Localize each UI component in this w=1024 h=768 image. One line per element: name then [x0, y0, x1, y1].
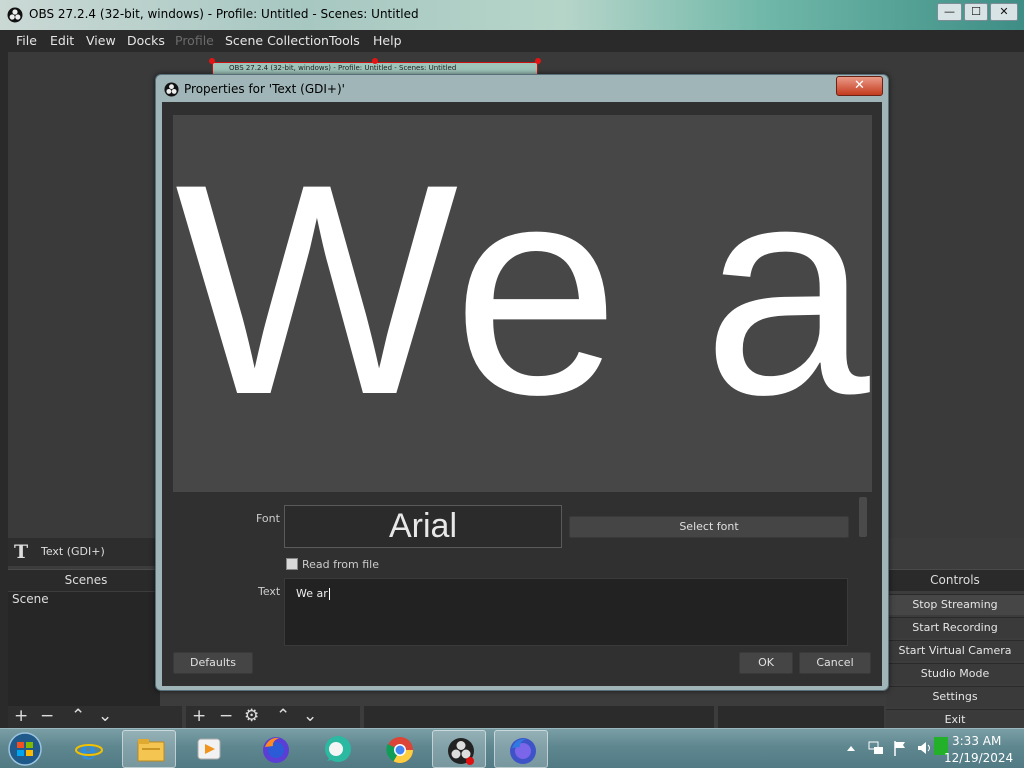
taskbar: e 3:33 AM 12/19/2024	[0, 728, 1024, 768]
obs-logo-icon	[7, 7, 23, 23]
studio-mode-button[interactable]: Studio Mode	[886, 663, 1024, 684]
properties-scrollbar[interactable]	[859, 497, 867, 537]
transform-handle[interactable]	[372, 58, 378, 64]
read-from-file-checkbox[interactable]	[286, 558, 298, 570]
chrome-icon[interactable]	[372, 730, 426, 768]
source-properties-gear-icon[interactable]: ⚙	[244, 706, 259, 726]
dialog-title: Properties for 'Text (GDI+)'	[184, 82, 345, 96]
controls-dock-header: Controls	[886, 569, 1024, 591]
media-player-icon[interactable]	[182, 730, 236, 768]
text-caret	[328, 588, 330, 600]
menu-profile[interactable]: Profile	[175, 33, 214, 48]
chat-app-icon[interactable]	[310, 730, 364, 768]
window-title-bar[interactable]: OBS 27.2.4 (32-bit, windows) - Profile: …	[0, 0, 1024, 30]
volume-icon[interactable]	[916, 739, 934, 757]
move-down-icon[interactable]: ⌄	[98, 706, 112, 726]
text-source-icon: T	[14, 541, 29, 563]
close-window-button[interactable]: ✕	[990, 3, 1018, 21]
ok-button[interactable]: OK	[739, 652, 793, 674]
properties-dialog: Properties for 'Text (GDI+)' ✕ We a Font…	[155, 74, 889, 691]
settings-button[interactable]: Settings	[886, 686, 1024, 707]
start-orb-icon[interactable]	[6, 731, 44, 767]
clock-date[interactable]: 12/19/2024	[944, 751, 1013, 765]
menu-edit[interactable]: Edit	[50, 33, 74, 48]
defaults-button[interactable]: Defaults	[173, 652, 253, 674]
start-recording-button[interactable]: Start Recording	[886, 617, 1024, 638]
mixer-toolbar	[364, 706, 714, 728]
scene-item[interactable]: Scene	[12, 592, 49, 606]
svg-text:e: e	[80, 736, 97, 763]
scenes-list[interactable]: Scene	[8, 592, 160, 706]
file-explorer-icon[interactable]	[122, 730, 176, 768]
move-up-icon[interactable]: ⌃	[71, 706, 85, 726]
firefox-icon[interactable]	[248, 730, 302, 768]
sources-toolbar: + − ⚙ ⌃ ⌄	[186, 706, 360, 728]
obs-logo-icon	[164, 82, 179, 97]
add-scene-icon[interactable]: +	[14, 706, 28, 726]
nested-preview-title: OBS 27.2.4 (32-bit, windows) - Profile: …	[229, 64, 457, 72]
text-preview: We a	[173, 115, 872, 492]
transitions-toolbar	[718, 706, 884, 728]
font-label: Font	[256, 512, 280, 525]
maximize-button[interactable]: ☐	[964, 3, 988, 21]
menu-scene-collection[interactable]: Scene Collection	[225, 33, 329, 48]
selected-source-label: Text (GDI+)	[41, 545, 105, 558]
menu-docks[interactable]: Docks	[127, 33, 165, 48]
window-title: OBS 27.2.4 (32-bit, windows) - Profile: …	[29, 7, 419, 21]
menu-help[interactable]: Help	[373, 33, 402, 48]
add-source-icon[interactable]: +	[192, 706, 206, 726]
select-font-button[interactable]: Select font	[569, 516, 849, 538]
remove-scene-icon[interactable]: −	[40, 706, 54, 726]
internet-explorer-icon[interactable]: e	[62, 730, 116, 768]
clock-time[interactable]: 3:33 AM	[952, 734, 1001, 748]
menu-view[interactable]: View	[86, 33, 116, 48]
obs-icon[interactable]	[432, 730, 486, 768]
action-center-flag-icon[interactable]	[892, 739, 908, 757]
cancel-button[interactable]: Cancel	[799, 652, 871, 674]
scenes-toolbar: + − ⌃ ⌄	[8, 706, 182, 728]
text-label: Text	[258, 585, 281, 598]
font-preview-box: Arial	[284, 505, 562, 548]
menu-file[interactable]: File	[16, 33, 37, 48]
minimize-button[interactable]: —	[937, 3, 962, 21]
preview-text: We a	[175, 121, 870, 457]
read-from-file-label[interactable]: Read from file	[302, 558, 379, 571]
show-hidden-icons-icon[interactable]	[846, 744, 856, 754]
scenes-dock-header: Scenes	[8, 569, 164, 591]
exit-button[interactable]: Exit	[886, 709, 1024, 730]
text-input-value: We ar	[296, 587, 328, 600]
menu-tools[interactable]: Tools	[329, 33, 360, 48]
dialog-close-button[interactable]: ✕	[836, 76, 883, 96]
stop-streaming-button[interactable]: Stop Streaming	[886, 594, 1024, 615]
move-up-icon[interactable]: ⌃	[276, 706, 290, 726]
menu-bar: File Edit View Docks Profile Scene Colle…	[0, 30, 1024, 52]
font-name: Arial	[388, 507, 458, 545]
remove-source-icon[interactable]: −	[219, 706, 233, 726]
network-icon[interactable]	[868, 740, 884, 756]
move-down-icon[interactable]: ⌄	[303, 706, 317, 726]
start-virtual-camera-button[interactable]: Start Virtual Camera	[886, 640, 1024, 661]
selected-source-bar[interactable]: T Text (GDI+)	[8, 538, 160, 566]
transform-handle[interactable]	[535, 58, 541, 64]
window-left-edge	[0, 52, 8, 728]
firefox-alt-icon[interactable]	[494, 730, 548, 768]
dialog-content: We a Font Arial Select font Read from fi…	[162, 102, 882, 686]
text-input[interactable]: We ar	[284, 578, 848, 646]
transform-handle[interactable]	[209, 58, 215, 64]
